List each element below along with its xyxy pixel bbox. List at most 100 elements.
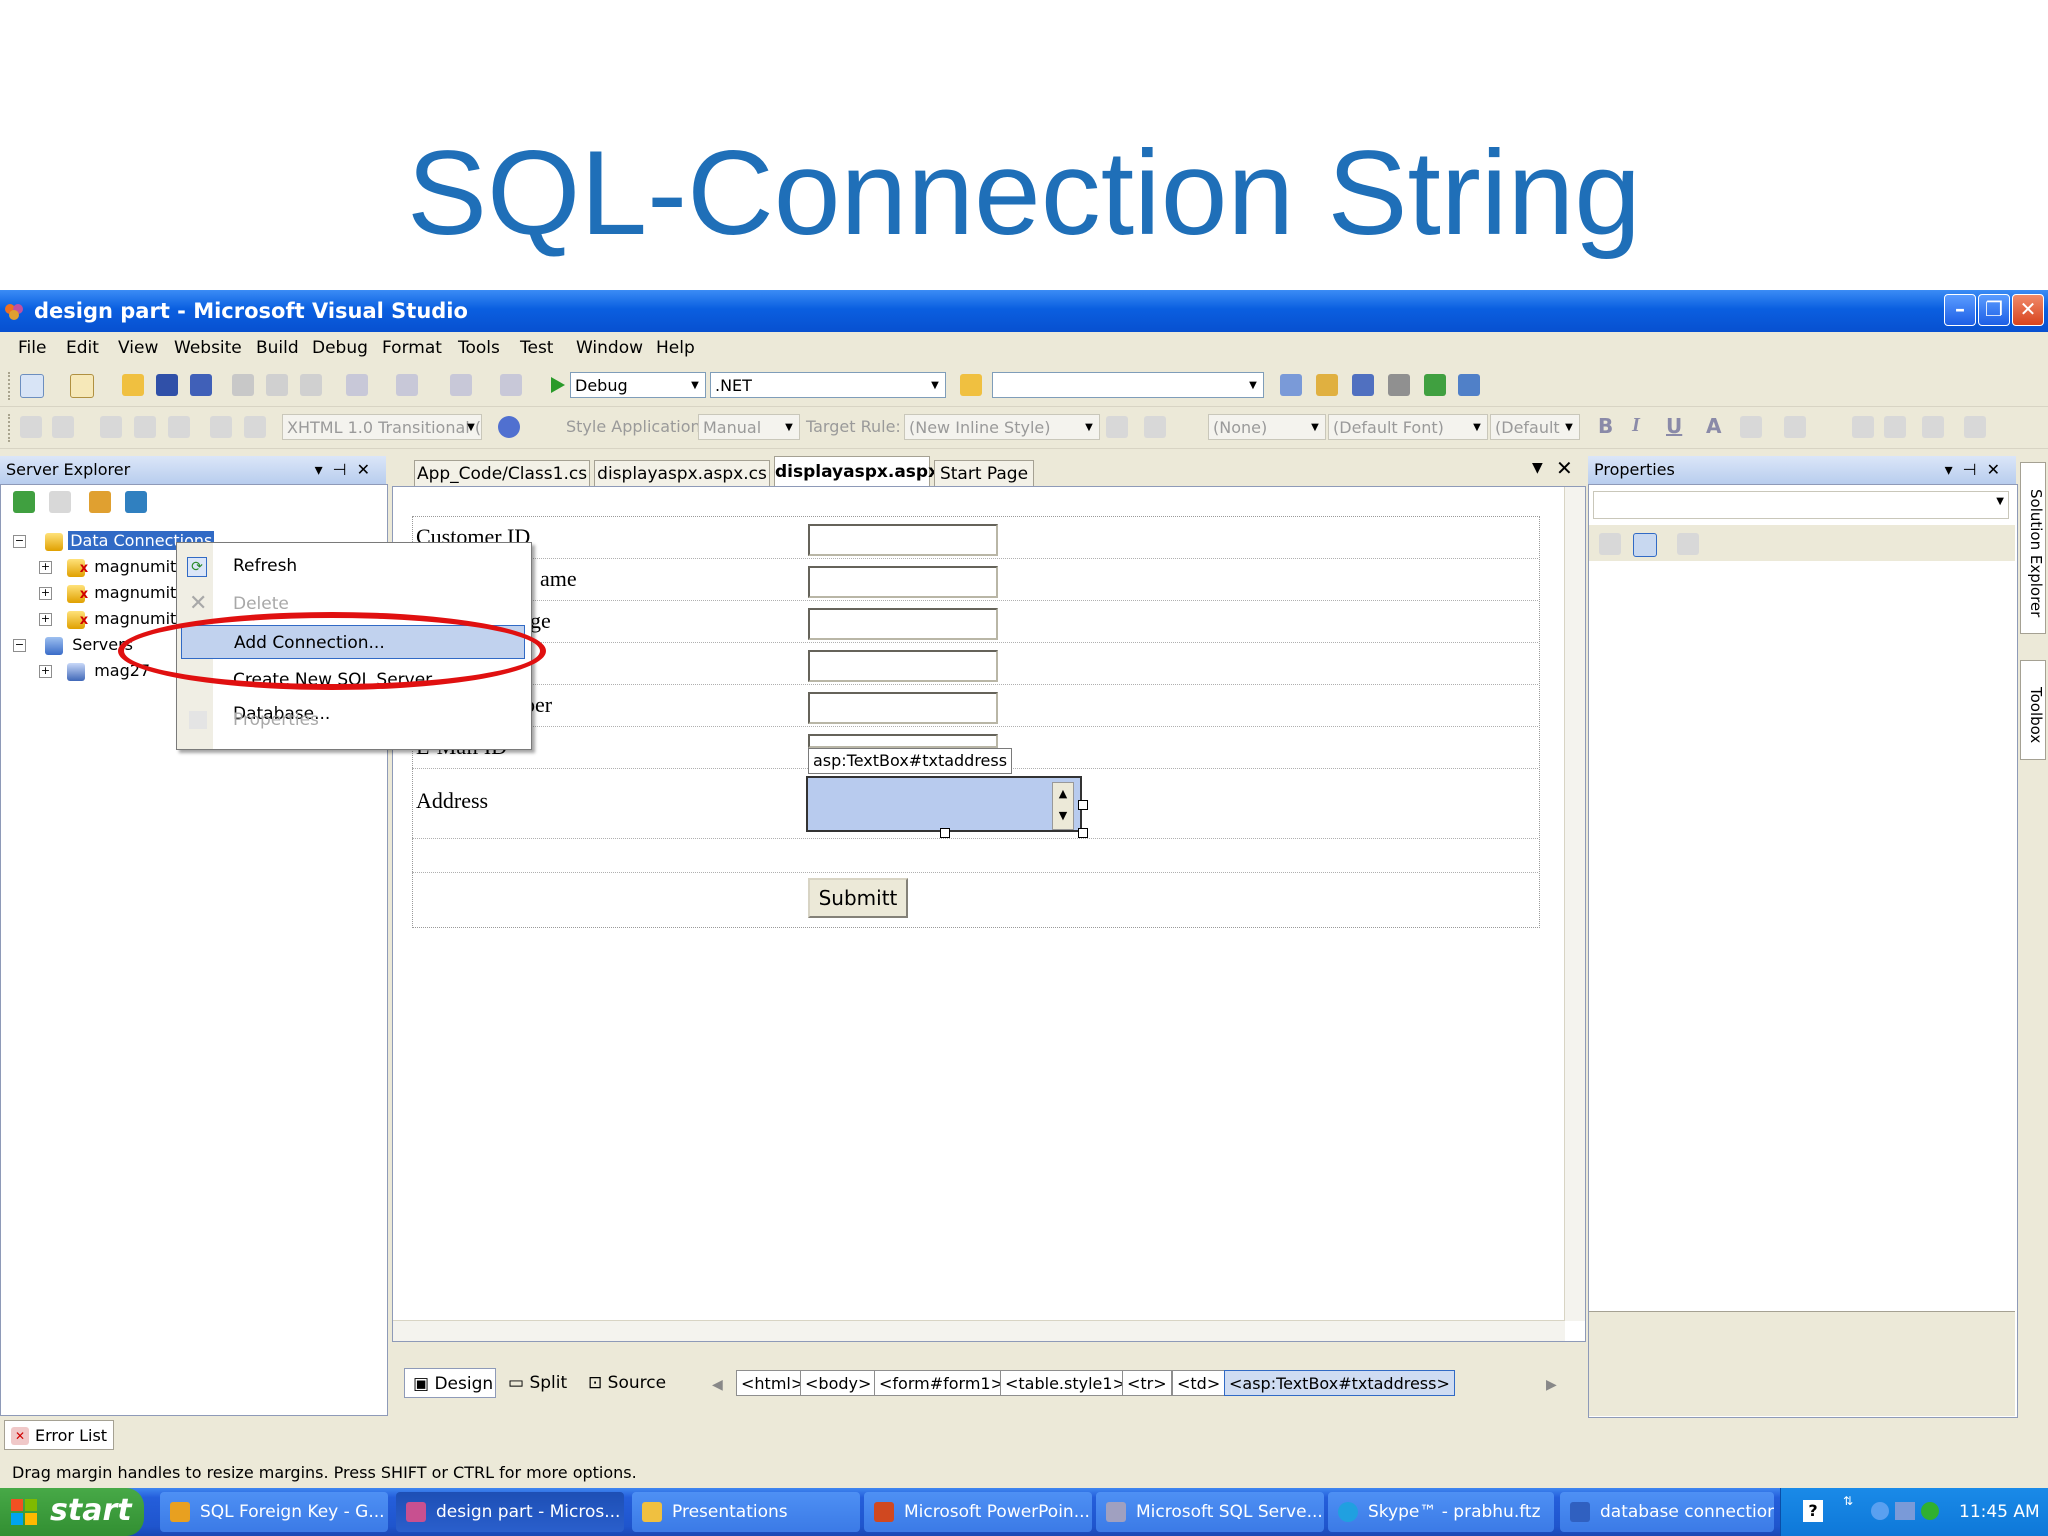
solution-explorer-tab[interactable]: Solution Explorer xyxy=(2020,462,2046,634)
source-view-button[interactable]: ⊡ Source xyxy=(588,1368,666,1398)
number-input[interactable] xyxy=(808,692,998,724)
taskbar-item[interactable]: Skype™ - prabhu.ftz xyxy=(1328,1492,1554,1532)
stop-refresh-icon[interactable] xyxy=(49,491,71,513)
text-input[interactable] xyxy=(808,650,998,682)
find-in-files-icon[interactable] xyxy=(960,374,982,396)
open-folder-icon[interactable] xyxy=(122,374,144,396)
tab-displayaspx-aspx-cs[interactable]: displayaspx.aspx.cs xyxy=(594,460,770,486)
object-browser-icon[interactable] xyxy=(1352,374,1374,396)
validation-icon[interactable] xyxy=(498,416,520,438)
network-icon[interactable]: ⇅ xyxy=(1843,1494,1853,1508)
vertical-scrollbar[interactable] xyxy=(1564,487,1585,1321)
insert-table-icon[interactable] xyxy=(1922,416,1944,438)
expand-icon[interactable]: + xyxy=(39,613,52,626)
target-schema-select[interactable]: XHTML 1.0 Transitional (▼ xyxy=(282,414,482,440)
indent-icon[interactable] xyxy=(134,416,156,438)
minimize-button[interactable]: – xyxy=(1944,294,1976,326)
font-color-button[interactable]: A xyxy=(1706,414,1721,438)
breadcrumb-tr[interactable]: <tr> xyxy=(1122,1370,1172,1396)
check-page-icon[interactable] xyxy=(20,416,42,438)
title-bar[interactable]: design part - Microsoft Visual Studio – … xyxy=(0,290,2048,332)
taskbar-item[interactable]: design part - Micros... xyxy=(396,1492,624,1532)
toolbox-tab[interactable]: Toolbox xyxy=(2020,660,2046,760)
menu-test[interactable]: Test xyxy=(520,332,553,364)
menu-format[interactable]: Format xyxy=(382,332,442,364)
resize-handle[interactable] xyxy=(1078,800,1088,810)
italic-button[interactable]: I xyxy=(1632,414,1640,437)
navigate-backward-icon[interactable] xyxy=(450,374,472,396)
bold-button[interactable]: B xyxy=(1598,414,1613,438)
object-selector-select[interactable]: ▼ xyxy=(1593,491,2009,519)
expand-icon[interactable]: + xyxy=(39,561,52,574)
solution-platform-select[interactable]: .NET ▼ xyxy=(710,372,946,398)
breadcrumb-html[interactable]: <html> xyxy=(736,1370,810,1396)
tree-servers[interactable]: − Servers xyxy=(13,633,133,657)
align-icon[interactable] xyxy=(100,416,122,438)
font-size-select[interactable]: (Default ▼ xyxy=(1490,414,1580,440)
active-files-dropdown-icon[interactable]: ▼ xyxy=(1532,460,1543,476)
style-application-select[interactable]: Manual ▼ xyxy=(698,414,800,440)
age-input[interactable] xyxy=(808,608,998,640)
security-shield-icon[interactable] xyxy=(1921,1502,1939,1520)
block-format-select[interactable]: (None) ▼ xyxy=(1208,414,1326,440)
panel-buttons[interactable]: ▾⊣✕ xyxy=(1945,456,2010,484)
toolbar-grip[interactable] xyxy=(8,414,14,442)
bullets-icon[interactable] xyxy=(1852,416,1874,438)
hyperlink-icon[interactable] xyxy=(1964,416,1986,438)
menu-build[interactable]: Build xyxy=(256,332,299,364)
show-hidden-icons-icon[interactable] xyxy=(1871,1502,1889,1520)
check-page-icon[interactable] xyxy=(52,416,74,438)
alphabetical-sort-icon[interactable] xyxy=(1633,533,1657,557)
save-all-icon[interactable] xyxy=(190,374,212,396)
paste-icon[interactable] xyxy=(300,374,322,396)
taskbar-item[interactable]: Presentations xyxy=(632,1492,860,1532)
solution-explorer-icon[interactable] xyxy=(1280,374,1302,396)
menu-debug[interactable]: Debug xyxy=(312,332,368,364)
panel-buttons[interactable]: ▾⊣✕ xyxy=(315,456,380,484)
horizontal-scrollbar[interactable] xyxy=(393,1320,1565,1341)
breadcrumb-td[interactable]: <td> xyxy=(1172,1370,1226,1396)
uncomment-icon[interactable] xyxy=(244,416,266,438)
network-connection-icon[interactable] xyxy=(1895,1502,1915,1520)
menu-help[interactable]: Help xyxy=(656,332,695,364)
numbering-icon[interactable] xyxy=(1884,416,1906,438)
find-combo[interactable]: ▼ xyxy=(992,372,1264,398)
breadcrumb-body[interactable]: <body> xyxy=(800,1370,877,1396)
context-menu-refresh[interactable]: ⟳ Refresh xyxy=(177,549,531,583)
expand-icon[interactable]: + xyxy=(39,587,52,600)
target-rule-select[interactable]: (New Inline Style) ▼ xyxy=(904,414,1100,440)
tab-displayaspx-aspx[interactable]: displayaspx.aspx xyxy=(774,456,939,486)
new-style-icon[interactable] xyxy=(1144,416,1166,438)
scroll-right-icon[interactable]: ▶ xyxy=(1546,1370,1557,1400)
solution-configuration-select[interactable]: Debug ▼ xyxy=(570,372,706,398)
menu-view[interactable]: View xyxy=(118,332,158,364)
design-view-button[interactable]: ▣ Design xyxy=(404,1368,496,1398)
categorized-icon[interactable] xyxy=(1599,533,1621,555)
expand-icon[interactable]: + xyxy=(39,665,52,678)
copy-icon[interactable] xyxy=(266,374,288,396)
close-document-icon[interactable]: ✕ xyxy=(1556,456,1573,480)
taskbar-item[interactable]: SQL Foreign Key - G... xyxy=(160,1492,388,1532)
tree-connection[interactable]: + x magnumit xyxy=(39,607,176,631)
resize-handle[interactable] xyxy=(940,828,950,838)
refresh-icon[interactable] xyxy=(13,491,35,513)
taskbar-item[interactable]: Microsoft PowerPoin... xyxy=(864,1492,1092,1532)
tab-class1-cs[interactable]: App_Code/Class1.cs xyxy=(414,460,590,486)
toolbox-icon[interactable] xyxy=(1388,374,1410,396)
clock[interactable]: 11:45 AM xyxy=(1959,1488,2040,1536)
close-button[interactable]: ✕ xyxy=(2012,294,2044,326)
save-icon[interactable] xyxy=(156,374,178,396)
start-button[interactable]: start xyxy=(0,1488,144,1536)
scroll-left-icon[interactable]: ◀ xyxy=(712,1370,723,1400)
underline-button[interactable]: U xyxy=(1666,414,1682,438)
toolbar-grip[interactable] xyxy=(8,372,14,400)
add-item-icon[interactable] xyxy=(70,374,94,398)
highlight-icon[interactable] xyxy=(1740,416,1762,438)
breadcrumb-textbox[interactable]: <asp:TextBox#txtaddress> xyxy=(1224,1370,1455,1396)
breadcrumb-form[interactable]: <form#form1> xyxy=(874,1370,1010,1396)
menu-tools[interactable]: Tools xyxy=(458,332,500,364)
error-list-tab[interactable]: ✕ Error List xyxy=(4,1420,115,1450)
tree-connection[interactable]: + x magnumit xyxy=(39,581,176,605)
menu-website[interactable]: Website xyxy=(174,332,242,364)
start-page-icon[interactable] xyxy=(1424,374,1446,396)
